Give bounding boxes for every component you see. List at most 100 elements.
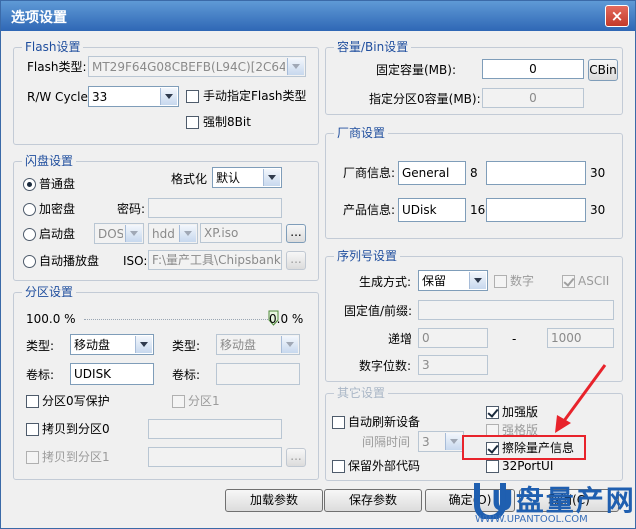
- ascii-checkbox[interactable]: [562, 275, 575, 288]
- product-info-extra-input[interactable]: [486, 198, 586, 222]
- increment-label: 递增: [388, 332, 413, 346]
- enhanced-version-checkbox[interactable]: [486, 406, 499, 419]
- partition1-write-protect-checkbox[interactable]: [172, 395, 185, 408]
- boot-file-browse-button[interactable]: ...: [286, 224, 306, 243]
- red-arrow-icon: [555, 364, 607, 433]
- serial-settings-title: 序列号设置: [334, 249, 401, 263]
- partition1-type-label: 类型:: [172, 339, 201, 353]
- vendor-info-input[interactable]: General: [398, 161, 466, 185]
- normal-disk-label: 普通盘: [39, 177, 76, 191]
- keep-external-code-checkbox[interactable]: [332, 460, 345, 473]
- partition-slider-track[interactable]: [84, 319, 274, 320]
- encrypted-disk-radio[interactable]: [23, 203, 36, 216]
- cbin-button[interactable]: CBin: [588, 59, 618, 81]
- iso-path-input[interactable]: F:\量产工具\Chipsbank\C: [148, 250, 282, 270]
- iso-label: ISO:: [123, 254, 148, 268]
- partition0-capacity-input[interactable]: 0: [482, 88, 584, 108]
- partition0-write-protect-label: 分区0写保护: [42, 394, 110, 408]
- chevron-down-icon: [469, 272, 486, 289]
- partition1-volume-input[interactable]: [216, 363, 300, 385]
- vendor-info-extra-input[interactable]: [486, 161, 586, 185]
- partition0-percent: 100.0 %: [26, 312, 76, 326]
- partition0-type-label: 类型:: [26, 339, 55, 353]
- digits-label: 数字: [510, 274, 535, 288]
- boot-disk-radio[interactable]: [23, 228, 36, 241]
- copy-to-partition0-input[interactable]: [148, 419, 282, 439]
- boot-drive-select[interactable]: hdd: [148, 223, 198, 244]
- partition0-volume-input[interactable]: UDISK: [70, 363, 154, 385]
- boot-file-input[interactable]: XP.iso: [200, 223, 282, 243]
- partition1-percent: 0.0 %: [269, 312, 304, 326]
- increment-separator: -: [512, 332, 517, 346]
- partition1-write-protect-label: 分区1: [188, 394, 220, 408]
- copy-to-partition1-input[interactable]: [148, 447, 282, 467]
- normal-disk-radio[interactable]: [23, 178, 36, 191]
- chevron-down-icon: [179, 225, 196, 242]
- auto-refresh-checkbox[interactable]: [332, 416, 345, 429]
- flash-type-select[interactable]: MT29F64G08CBEFB(L94C)[2C646456A5: [88, 56, 306, 77]
- chevron-down-icon: [160, 88, 177, 105]
- digit-count-input[interactable]: 3: [418, 355, 488, 375]
- force-8bit-label: 强制8Bit: [203, 115, 251, 129]
- watermark-url: WWW.UPANTOOL.COM: [475, 514, 588, 525]
- fixed-capacity-input[interactable]: 0: [482, 59, 584, 79]
- chevron-down-icon: [445, 433, 462, 450]
- chevron-down-icon: [125, 225, 142, 242]
- title-bar[interactable]: 选项设置 ×: [1, 1, 635, 31]
- generation-mode-value: 保留: [422, 274, 447, 288]
- boot-os-select[interactable]: DOS: [94, 223, 144, 244]
- generation-mode-select[interactable]: 保留: [418, 270, 488, 291]
- chevron-down-icon: [281, 336, 298, 353]
- flash-settings-title: Flash设置: [22, 40, 84, 54]
- product-info-input[interactable]: UDisk: [398, 198, 466, 222]
- copy-to-partition0-label: 拷贝到分区0: [42, 422, 110, 436]
- auto-refresh-label: 自动刷新设备: [348, 415, 421, 429]
- other-settings-title: 其它设置: [334, 386, 389, 400]
- format-select[interactable]: 默认: [212, 167, 282, 188]
- flash-type-value: MT29F64G08CBEFB(L94C)[2C646456A5: [92, 60, 285, 74]
- partition0-type-select[interactable]: 移动盘: [70, 334, 154, 355]
- product-info-length: 16: [470, 203, 486, 217]
- boot-os-value: DOS: [98, 227, 123, 241]
- copy-to-partition0-checkbox[interactable]: [26, 423, 39, 436]
- autoplay-disk-radio[interactable]: [23, 255, 36, 268]
- partition0-capacity-label: 指定分区0容量(MB):: [369, 92, 481, 106]
- autoplay-disk-label: 自动播放盘: [39, 254, 100, 268]
- load-params-button[interactable]: 加载参数: [225, 489, 323, 512]
- rw-cycle-select[interactable]: 33: [88, 86, 179, 107]
- interval-label: 间隔时间: [362, 435, 411, 449]
- chevron-down-icon: [287, 58, 304, 75]
- force-8bit-checkbox[interactable]: [186, 116, 199, 129]
- flash-settings-group: Flash设置 Flash类型: MT29F64G08CBEFB(L94C)[2…: [13, 40, 319, 145]
- increment-start-input[interactable]: 0: [418, 328, 488, 348]
- partition-settings-title: 分区设置: [22, 285, 77, 299]
- close-button[interactable]: ×: [605, 5, 629, 27]
- disk-settings-title: 闪盘设置: [22, 154, 77, 168]
- prefix-input[interactable]: [418, 300, 614, 320]
- copy-to-partition1-checkbox[interactable]: [26, 451, 39, 464]
- partition1-volume-label: 卷标:: [172, 368, 201, 382]
- partition0-write-protect-checkbox[interactable]: [26, 395, 39, 408]
- partition1-type-select[interactable]: 移动盘: [216, 334, 300, 355]
- 32port-ui-checkbox[interactable]: [486, 460, 499, 473]
- boot-disk-label: 启动盘: [39, 227, 76, 241]
- partition0-volume-label: 卷标:: [26, 368, 55, 382]
- product-info-label: 产品信息:: [343, 203, 396, 217]
- rw-cycle-label: R/W Cycle:: [27, 90, 92, 104]
- copy-to-partition1-browse-button[interactable]: ...: [286, 448, 306, 467]
- 32port-ui-label: 32PortUI: [502, 459, 554, 473]
- interval-select[interactable]: 3: [418, 431, 464, 452]
- generation-mode-label: 生成方式:: [359, 275, 412, 289]
- manual-flash-type-label: 手动指定Flash类型: [203, 89, 307, 103]
- password-label: 密码:: [117, 202, 146, 216]
- manual-flash-type-checkbox[interactable]: [186, 90, 199, 103]
- chevron-down-icon: [135, 336, 152, 353]
- chevron-down-icon: [263, 169, 280, 186]
- increment-end-input[interactable]: 1000: [547, 328, 614, 348]
- flash-type-label: Flash类型:: [27, 60, 87, 74]
- digits-checkbox[interactable]: [494, 275, 507, 288]
- password-input[interactable]: [148, 198, 282, 218]
- iso-browse-button[interactable]: ...: [286, 251, 306, 270]
- save-params-button[interactable]: 保存参数: [324, 489, 422, 512]
- rw-cycle-value: 33: [92, 90, 108, 104]
